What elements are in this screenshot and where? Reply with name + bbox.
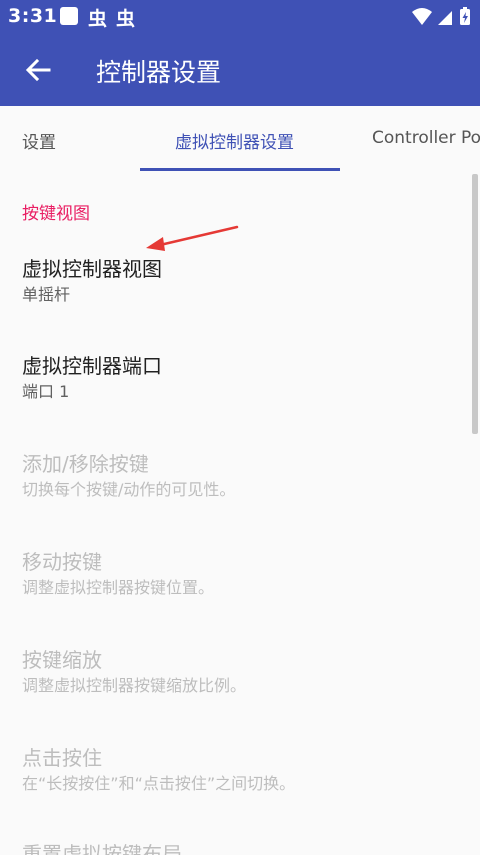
pref-button-scale[interactable]: 按键缩放 调整虚拟控制器按键缩放比例。: [22, 646, 462, 698]
preferences-list: 按键视图 虚拟控制器视图 单摇杆 虚拟控制器端口 端口 1 添加/移除按键 切换…: [0, 172, 480, 855]
pref-move-buttons[interactable]: 移动按键 调整虚拟控制器按键位置。: [22, 548, 462, 600]
tab-virtual-controller-settings[interactable]: 虚拟控制器设置: [175, 128, 294, 153]
tab-settings[interactable]: 设置: [22, 128, 56, 153]
annotation-arrow-icon: [146, 225, 239, 251]
app-bar: 控制器设置: [0, 34, 480, 106]
status-icons: [410, 6, 472, 28]
pref-title: 虚拟控制器视图: [22, 257, 162, 281]
pref-title: 移动按键: [22, 550, 102, 574]
pref-title: 重置虚拟按键布局: [22, 842, 182, 855]
pref-title: 按键缩放: [22, 648, 102, 672]
page-title: 控制器设置: [96, 58, 222, 87]
pref-add-remove-buttons[interactable]: 添加/移除按键 切换每个按键/动作的可见性。: [22, 450, 462, 502]
battery-icon: [460, 7, 470, 25]
pref-summary: 调整虚拟控制器按键缩放比例。: [22, 676, 247, 695]
scrollbar[interactable]: [472, 174, 478, 434]
status-time: 3:31: [8, 5, 58, 27]
section-header: 按键视图: [22, 204, 90, 224]
tab-bar: 设置 虚拟控制器设置 Controller Po: [0, 106, 480, 172]
pref-tap-hold[interactable]: 点击按住 在“长按按住”和“点击按住”之间切换。: [22, 744, 462, 796]
pref-virtual-controller-view[interactable]: 虚拟控制器视图 单摇杆: [22, 255, 462, 307]
pref-summary: 单摇杆: [22, 285, 71, 304]
notification-bug-icon-2: 虫: [116, 8, 136, 30]
notification-bug-icon: 虫: [88, 8, 108, 30]
pref-title: 虚拟控制器端口: [22, 354, 162, 378]
back-button[interactable]: [14, 46, 62, 94]
pref-summary: 切换每个按键/动作的可见性。: [22, 480, 236, 499]
tab-indicator: [140, 168, 340, 171]
tab-controller-port[interactable]: Controller Po: [372, 128, 480, 148]
pref-reset-layout[interactable]: 重置虚拟按键布局: [22, 840, 462, 855]
pref-virtual-controller-port[interactable]: 虚拟控制器端口 端口 1: [22, 352, 462, 404]
pref-summary: 调整虚拟控制器按键位置。: [22, 578, 215, 597]
pref-summary: 在“长按按住”和“点击按住”之间切换。: [22, 774, 296, 793]
wifi-icon: [412, 8, 432, 25]
notification-app-icon: [60, 7, 78, 25]
arrow-left-icon: [25, 58, 51, 82]
status-bar: 3:31 虫 虫: [0, 0, 480, 34]
signal-icon: [438, 11, 452, 25]
pref-title: 点击按住: [22, 746, 102, 770]
pref-title: 添加/移除按键: [22, 452, 149, 476]
pref-summary: 端口 1: [22, 382, 70, 401]
